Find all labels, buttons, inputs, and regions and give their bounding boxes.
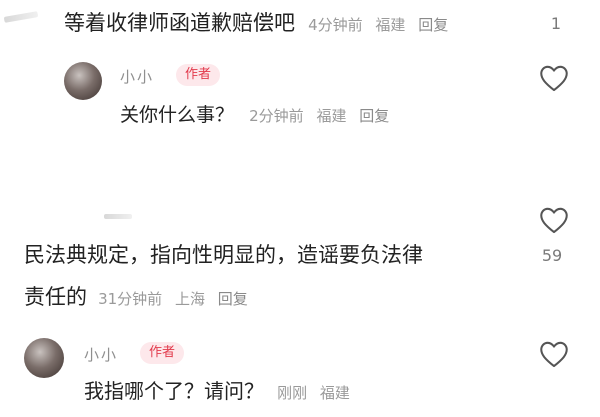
reply-1-text: 关你什么事？ — [120, 104, 235, 126]
comment-2-meta: 31分钟前 上海 回复 — [98, 290, 256, 308]
reply-1-author-badge: 作者 — [176, 64, 221, 86]
reply-2-avatar[interactable] — [24, 338, 64, 378]
comment-2-time: 31分钟前 — [98, 290, 163, 308]
heart-outline-icon[interactable] — [538, 206, 570, 234]
reply-2-meta: 刚刚 福建 — [277, 384, 358, 402]
comment-1: 等着收律师函道歉赔偿吧 4分钟前 福建 回复 — [64, 8, 456, 38]
comment-2-location: 上海 — [174, 290, 205, 308]
reply-2-author-badge: 作者 — [140, 342, 185, 364]
comment-1-like-count: 1 — [550, 14, 562, 33]
heart-outline-icon[interactable] — [538, 340, 570, 368]
commenter-name-blurred — [104, 214, 132, 219]
reply-2-text: 我指哪个了？请问？ — [84, 379, 264, 403]
comment-1-meta: 4分钟前 福建 回复 — [308, 16, 456, 34]
heart-outline-icon[interactable] — [538, 64, 570, 92]
comment-2-text-line1: 民法典规定，指向性明显的，造谣要负法律 — [24, 243, 423, 267]
comment-2-like-count: 59 — [541, 246, 563, 265]
reply-2-body: 我指哪个了？请问？ 刚刚 福建 — [84, 376, 358, 406]
reply-2-username[interactable]: 小小 — [84, 344, 118, 365]
comment-2-line2: 责任的 31分钟前 上海 回复 — [24, 282, 256, 312]
reply-1-body: 关你什么事？ 2分钟前 福建 回复 — [120, 100, 397, 130]
reply-1-location: 福建 — [316, 107, 347, 125]
reply-1-time: 2分钟前 — [249, 107, 304, 125]
reply-1-avatar[interactable] — [64, 62, 102, 100]
reply-2-location: 福建 — [319, 384, 350, 402]
reply-2-time: 刚刚 — [277, 384, 308, 402]
reply-1-meta: 2分钟前 福建 回复 — [249, 107, 397, 125]
reply-1-reply-button[interactable]: 回复 — [359, 107, 389, 125]
comment-1-reply-button[interactable]: 回复 — [418, 16, 448, 34]
comment-2-reply-button[interactable]: 回复 — [218, 290, 248, 308]
commenter-avatar-partial — [3, 11, 39, 23]
reply-1-username[interactable]: 小小 — [120, 66, 154, 87]
comment-1-time: 4分钟前 — [308, 16, 363, 34]
comment-2-text-line2: 责任的 — [24, 285, 87, 309]
comment-1-text: 等着收律师函道歉赔偿吧 — [64, 11, 295, 35]
comment-1-location: 福建 — [375, 16, 406, 34]
